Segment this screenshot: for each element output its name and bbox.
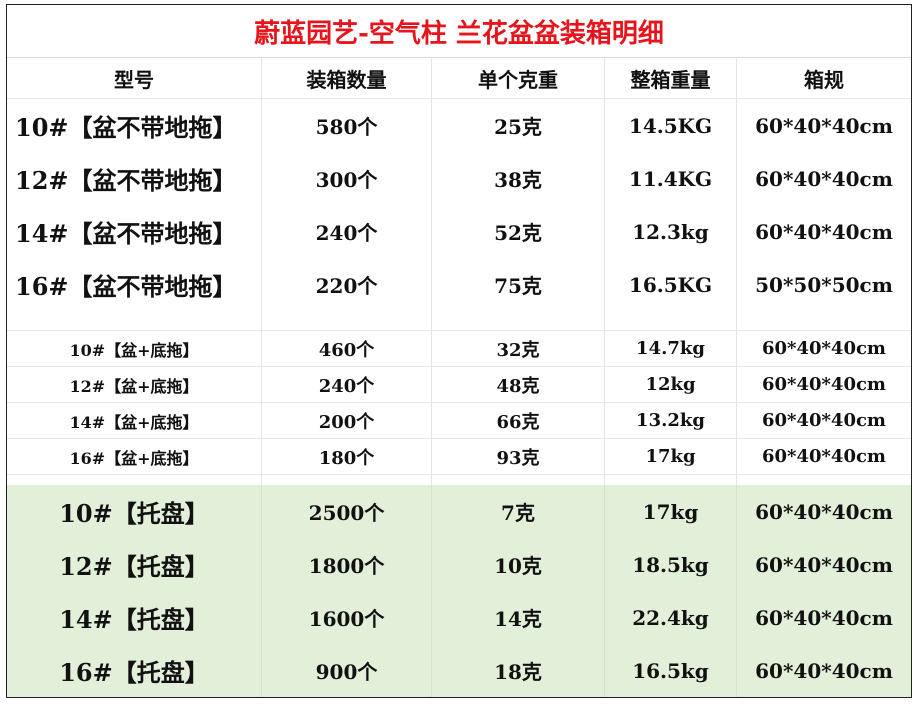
cell-box-qty: 240个 (262, 205, 432, 258)
cell-model: 10#【盆+底拖】 (7, 331, 262, 366)
cell-model: 16#【盆不带地拖】 (7, 258, 262, 311)
cell-box-weight: 13.2kg (605, 403, 737, 438)
table-row: 12#【盆不带地拖】 300个 38克 11.4KG 60*40*40cm (7, 152, 911, 205)
header-box-qty: 装箱数量 (262, 58, 432, 98)
cell-model: 12#【盆不带地拖】 (7, 152, 262, 205)
cell-box-size: 60*40*40cm (762, 410, 886, 431)
table-row: 12#【盆+底拖】 240个 48克 12kg 60*40*40cm (7, 367, 911, 403)
table-row: 12#【托盘】 1800个 10克 18.5kg 60*40*40cm (7, 538, 911, 591)
spacer-row (7, 311, 911, 331)
cell-box-qty: 2500个 (262, 485, 432, 538)
cell-unit-weight: 10克 (432, 538, 605, 591)
cell-unit-weight: 32克 (432, 331, 605, 366)
cell-box-size: 60*40*40cm (762, 374, 886, 395)
cell-box-size: 60*40*40cm (755, 605, 893, 630)
cell-unit-weight: 14克 (432, 591, 605, 644)
table-row: 10#【盆不带地拖】 580个 25克 14.5KG 60*40*40cm (7, 99, 911, 152)
cell-box-qty: 1600个 (262, 591, 432, 644)
table-row: 16#【托盘】 900个 18克 16.5kg 60*40*40cm (7, 644, 911, 697)
table-row: 14#【托盘】 1600个 14克 22.4kg 60*40*40cm (7, 591, 911, 644)
cell-box-weight: 17kg (605, 439, 737, 474)
cell-unit-weight: 25克 (432, 99, 605, 152)
table-row: 14#【盆+底拖】 200个 66克 13.2kg 60*40*40cm (7, 403, 911, 439)
cell-model: 14#【盆+底拖】 (7, 403, 262, 438)
cell-box-weight: 12kg (605, 367, 737, 402)
cell-model: 12#【托盘】 (7, 538, 262, 591)
cell-box-weight: 18.5kg (605, 538, 737, 591)
table-row: 16#【盆+底拖】 180个 93克 17kg 60*40*40cm (7, 439, 911, 475)
tray-section: 10#【托盘】 2500个 7克 17kg 60*40*40cm 12#【托盘】 1800个… (7, 485, 911, 697)
cell-model: 12#【盆+底拖】 (7, 367, 262, 402)
header-box-size: 箱规 (804, 67, 844, 92)
cell-box-weight: 22.4kg (605, 591, 737, 644)
cell-box-size: 60*40*40cm (755, 552, 893, 577)
cell-box-size: 60*40*40cm (755, 219, 893, 244)
cell-box-qty: 200个 (262, 403, 432, 438)
header-row: 型号 装箱数量 单个克重 整箱重量 箱规 (7, 58, 911, 99)
cell-box-size: 60*40*40cm (762, 446, 886, 467)
cell-box-size: 60*40*40cm (755, 658, 893, 683)
header-model: 型号 (7, 58, 262, 98)
cell-unit-weight: 52克 (432, 205, 605, 258)
cell-box-qty: 460个 (262, 331, 432, 366)
cell-box-qty: 180个 (262, 439, 432, 474)
cell-unit-weight: 18克 (432, 644, 605, 697)
header-box-weight: 整箱重量 (605, 58, 737, 98)
table-row: 10#【盆+底拖】 460个 32克 14.7kg 60*40*40cm (7, 331, 911, 367)
table-row: 10#【托盘】 2500个 7克 17kg 60*40*40cm (7, 485, 911, 538)
table-row: 16#【盆不带地拖】 220个 75克 16.5KG 50*50*50cm (7, 258, 911, 311)
cell-box-qty: 900个 (262, 644, 432, 697)
cell-box-size: 60*40*40cm (755, 166, 893, 191)
cell-box-size: 60*40*40cm (762, 338, 886, 359)
cell-unit-weight: 7克 (432, 485, 605, 538)
cell-model: 10#【托盘】 (7, 485, 262, 538)
cell-box-qty: 580个 (262, 99, 432, 152)
cell-unit-weight: 66克 (432, 403, 605, 438)
cell-box-weight: 14.5KG (605, 99, 737, 152)
cell-box-size: 60*40*40cm (755, 113, 893, 138)
cell-model: 10#【盆不带地拖】 (7, 99, 262, 152)
cell-box-weight: 11.4KG (605, 152, 737, 205)
cell-model: 16#【托盘】 (7, 644, 262, 697)
cell-model: 16#【盆+底拖】 (7, 439, 262, 474)
cell-model: 14#【托盘】 (7, 591, 262, 644)
cell-box-weight: 14.7kg (605, 331, 737, 366)
sheet-title: 蔚蓝园艺-空气柱 兰花盆盆装箱明细 (7, 5, 911, 58)
cell-box-weight: 16.5KG (605, 258, 737, 311)
cell-box-qty: 1800个 (262, 538, 432, 591)
cell-unit-weight: 93克 (432, 439, 605, 474)
header-unit-weight: 单个克重 (432, 58, 605, 98)
table-row: 14#【盆不带地拖】 240个 52克 12.3kg 60*40*40cm (7, 205, 911, 258)
cell-box-weight: 16.5kg (605, 644, 737, 697)
cell-unit-weight: 75克 (432, 258, 605, 311)
cell-box-qty: 300个 (262, 152, 432, 205)
cell-unit-weight: 38克 (432, 152, 605, 205)
cell-box-qty: 240个 (262, 367, 432, 402)
packing-spec-sheet: 蔚蓝园艺-空气柱 兰花盆盆装箱明细 型号 装箱数量 单个克重 整箱重量 箱规 1… (6, 4, 912, 698)
cell-box-weight: 12.3kg (605, 205, 737, 258)
cell-box-qty: 220个 (262, 258, 432, 311)
cell-unit-weight: 48克 (432, 367, 605, 402)
cell-box-size: 50*50*50cm (755, 272, 893, 297)
cell-box-size: 60*40*40cm (755, 499, 893, 524)
cell-model: 14#【盆不带地拖】 (7, 205, 262, 258)
cell-box-weight: 17kg (605, 485, 737, 538)
